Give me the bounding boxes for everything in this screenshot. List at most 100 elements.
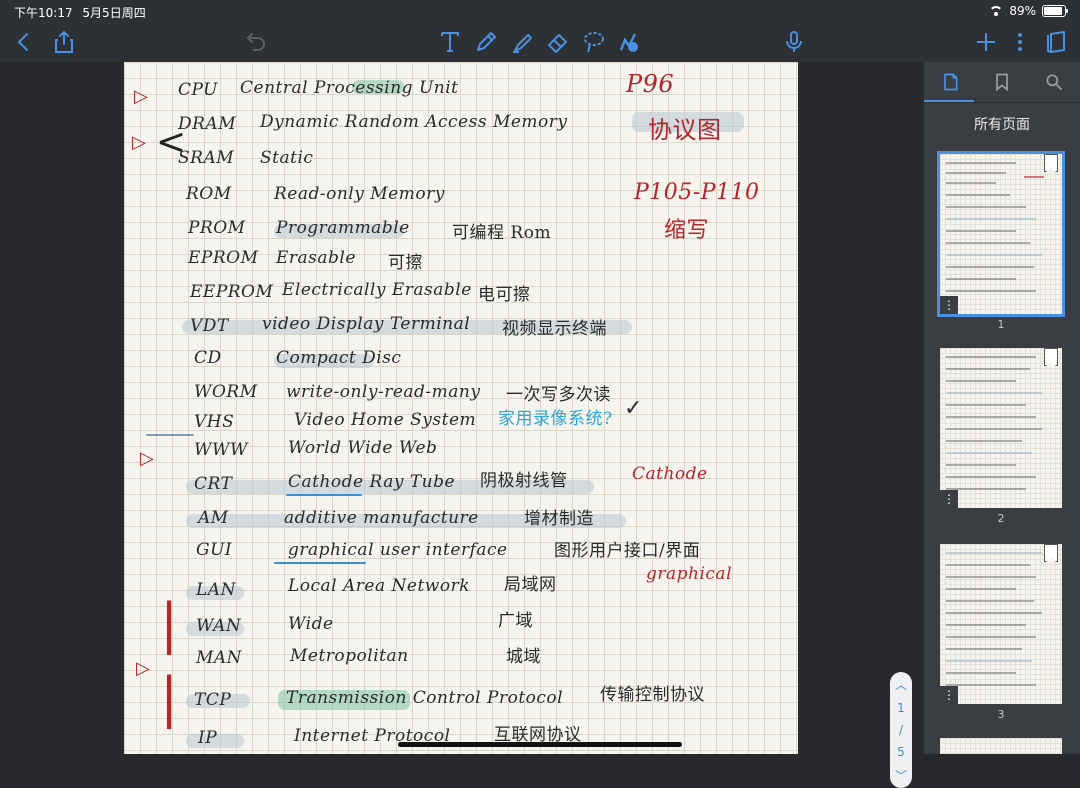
- bookmark-icon[interactable]: [1044, 154, 1058, 172]
- status-bar: 下午10:17 5月5日周四 89%: [0, 0, 1080, 22]
- margin-note-p96: P96: [626, 70, 675, 98]
- row-abbr: PROM: [188, 218, 246, 238]
- page-scroller[interactable]: ︿ 1 / 5 ﹀: [890, 672, 912, 788]
- row-abbr: WWW: [194, 440, 248, 460]
- page-thumbnail-1[interactable]: ⋮: [937, 151, 1065, 317]
- row-full: graphical user interface: [288, 540, 508, 560]
- blue-underline: [274, 562, 366, 564]
- row-full: Static: [260, 148, 314, 168]
- row-full: Cathode Ray Tube: [288, 472, 456, 492]
- brace-mark: |: [160, 592, 179, 655]
- brace-mark: |: [160, 666, 179, 729]
- row-abbr: GUI: [196, 540, 233, 560]
- thumbnail-number: 3: [997, 708, 1005, 721]
- wavy-underline: [146, 434, 194, 436]
- blue-underline: [286, 494, 362, 496]
- undo-icon[interactable]: [242, 28, 270, 56]
- triangle-mark-icon: ▷: [136, 658, 150, 679]
- page-thumbnail-4[interactable]: [940, 738, 1062, 754]
- row-note: 传输控制协议: [600, 685, 705, 705]
- thumbnail-number: 1: [997, 318, 1005, 331]
- status-left: 下午10:17 5月5日周四: [14, 4, 152, 21]
- margin-note-p105: P105-P110: [634, 180, 760, 205]
- thumbnail-more-icon[interactable]: ⋮: [940, 686, 958, 704]
- row-full: Dynamic Random Access Memory: [260, 112, 568, 132]
- row-full: Central Processing Unit: [240, 78, 459, 98]
- row-full: additive manufacture: [284, 508, 479, 528]
- row-full: Transmission Control Protocol: [286, 688, 564, 708]
- row-full: Video Home System: [294, 410, 477, 430]
- row-full: Erasable: [276, 248, 356, 268]
- highlighter-icon[interactable]: [508, 28, 536, 56]
- bookmark-tab-icon[interactable]: [990, 70, 1014, 94]
- wifi-icon: [989, 6, 1004, 16]
- row-note: 阴极射线管: [480, 471, 568, 491]
- page-thumbnail-3[interactable]: ⋮: [940, 544, 1062, 704]
- row-abbr: VHS: [194, 412, 235, 432]
- canvas-area[interactable]: ▷ CPU Central Processing Unit ▷ < DRAM D…: [0, 62, 924, 788]
- chevron-up-icon[interactable]: ︿: [895, 676, 907, 693]
- row-abbr: VDT: [190, 316, 229, 336]
- row-note: 城域: [506, 647, 541, 667]
- current-page: 1: [897, 701, 905, 715]
- pages-icon[interactable]: [1042, 28, 1070, 56]
- row-note: 一次写多次读: [506, 385, 611, 405]
- row-abbr: ROM: [186, 184, 232, 204]
- status-date: 5月5日周四: [82, 6, 146, 20]
- triangle-mark-icon: ▷: [134, 86, 148, 107]
- add-icon[interactable]: [972, 28, 1000, 56]
- row-abbr: WORM: [194, 382, 258, 402]
- thumbnail-more-icon[interactable]: ⋮: [940, 490, 958, 508]
- lasso-icon[interactable]: [580, 28, 608, 56]
- back-icon[interactable]: [10, 28, 38, 56]
- row-abbr: EPROM: [188, 248, 259, 268]
- row-full: Programmable: [276, 218, 410, 238]
- row-abbr: MAN: [196, 648, 243, 668]
- row-full: Read-only Memory: [274, 184, 445, 204]
- chevron-down-icon[interactable]: ﹀: [895, 767, 907, 784]
- triangle-mark-icon: ▷: [132, 132, 146, 153]
- more-icon[interactable]: [1006, 28, 1034, 56]
- row-note: 视频显示终端: [502, 319, 607, 339]
- notebook-page[interactable]: ▷ CPU Central Processing Unit ▷ < DRAM D…: [124, 62, 798, 754]
- row-abbr: LAN: [196, 580, 236, 600]
- margin-note-abbrev: 缩写: [664, 218, 710, 243]
- page-separator: /: [898, 723, 904, 737]
- bookmark-icon[interactable]: [1044, 348, 1058, 366]
- row-full: Local Area Network: [288, 576, 471, 596]
- check-mark-icon: ✓: [624, 396, 643, 421]
- row-full: write-only-read-many: [286, 382, 481, 402]
- row-abbr: CRT: [194, 474, 233, 494]
- row-full: video Display Terminal: [262, 314, 471, 334]
- toolbar: [0, 22, 1080, 63]
- pages-tab-icon[interactable]: [938, 70, 962, 94]
- margin-note-graphical: graphical: [646, 564, 733, 584]
- eraser-icon[interactable]: [544, 28, 572, 56]
- row-abbr: AM: [198, 508, 229, 528]
- triangle-mark-icon: ▷: [140, 448, 154, 469]
- share-icon[interactable]: [50, 28, 78, 56]
- row-note: 图形用户接口/界面: [554, 541, 701, 561]
- active-tab-indicator: [924, 100, 974, 102]
- bookmark-icon[interactable]: [1044, 544, 1058, 562]
- search-tab-icon[interactable]: [1042, 70, 1066, 94]
- sidebar-title: 所有页面: [974, 117, 1030, 133]
- shapes-icon[interactable]: [614, 28, 642, 56]
- row-note: 广域: [498, 611, 533, 631]
- row-abbr: EEPROM: [190, 282, 274, 302]
- home-indicator[interactable]: [398, 742, 682, 747]
- thumbnail-more-icon[interactable]: ⋮: [940, 296, 958, 314]
- row-abbr: TCP: [194, 690, 232, 710]
- row-note: 可编程 Rom: [452, 223, 552, 243]
- row-note: 电可擦: [478, 285, 531, 305]
- microphone-icon[interactable]: [780, 28, 808, 56]
- text-tool-icon[interactable]: [436, 28, 464, 56]
- page-sidebar: 所有页面 ⋮ 1 ⋮ 2 ⋮ 3: [924, 62, 1080, 754]
- page-thumbnail-2[interactable]: ⋮: [940, 348, 1062, 508]
- row-abbr: CD: [194, 348, 222, 368]
- row-abbr: IP: [198, 728, 218, 748]
- row-abbr: SRAM: [178, 148, 235, 168]
- pen-icon[interactable]: [472, 28, 500, 56]
- battery-percent: 89%: [1009, 4, 1036, 18]
- battery-icon: [1042, 5, 1068, 17]
